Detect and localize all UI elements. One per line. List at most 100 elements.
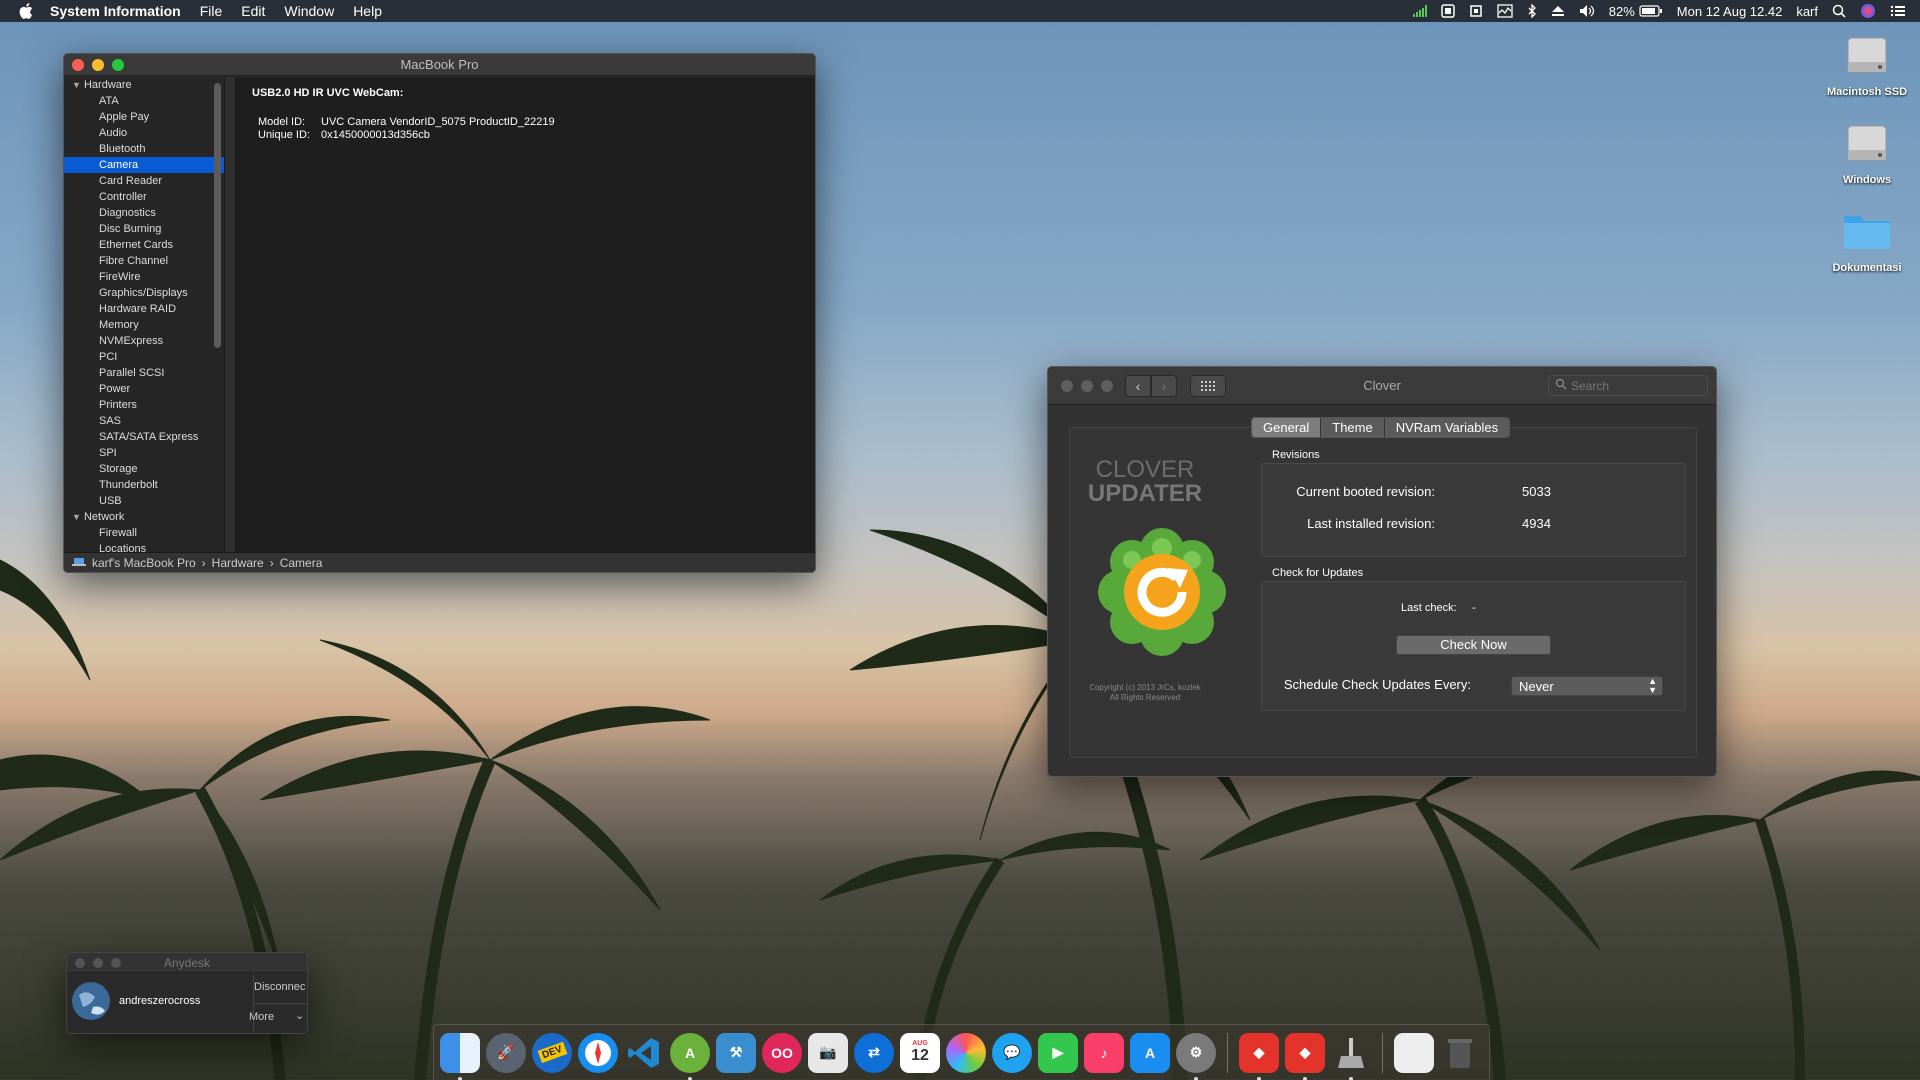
zoom-button[interactable]	[112, 58, 124, 71]
show-all-grid-icon[interactable]	[1190, 374, 1226, 397]
search-field[interactable]: Search	[1548, 375, 1708, 396]
launchpad-icon[interactable]: 🚀	[486, 1032, 526, 1073]
sidebar-item-spi[interactable]: SPI	[64, 445, 224, 461]
disclosure-triangle-icon[interactable]: ▼	[72, 512, 81, 522]
desktop-icon-macintosh-ssd[interactable]: Macintosh SSD	[1812, 28, 1920, 98]
trash-icon[interactable]	[1440, 1033, 1480, 1073]
siri-icon[interactable]	[1860, 3, 1876, 19]
sidebar-item-thunderbolt[interactable]: Thunderbolt	[64, 477, 224, 493]
sidebar-item-parallel-scsi[interactable]: Parallel SCSI	[64, 365, 224, 381]
menu-app-name[interactable]: System Information	[50, 3, 181, 19]
android-studio-icon[interactable]: A	[670, 1032, 710, 1080]
sidebar-category-network[interactable]: ▼ Network	[64, 509, 224, 525]
flickr-icon[interactable]: OO	[762, 1032, 802, 1073]
check-now-button[interactable]: Check Now	[1396, 635, 1551, 655]
battery-percent[interactable]: 82%	[1609, 4, 1635, 19]
sidebar-item-firewire[interactable]: FireWire	[64, 269, 224, 285]
sidebar-item-camera[interactable]: Camera	[64, 157, 224, 173]
messages-icon[interactable]: 💬	[992, 1032, 1032, 1073]
sidebar-item-controller[interactable]: Controller	[64, 189, 224, 205]
spotlight-icon[interactable]	[1832, 4, 1846, 18]
music-icon[interactable]: ♪	[1084, 1032, 1124, 1073]
facetime-icon[interactable]: ▶	[1038, 1032, 1078, 1073]
anydesk-session-icon[interactable]: ◆	[1285, 1032, 1325, 1080]
sidebar-item-diagnostics[interactable]: Diagnostics	[64, 205, 224, 221]
app-store-icon[interactable]: A	[1130, 1032, 1170, 1073]
system-preferences-icon[interactable]: ⚙	[1176, 1032, 1216, 1080]
screenshot-icon[interactable]: 📷	[808, 1032, 848, 1073]
sidebar-item-printers[interactable]: Printers	[64, 397, 224, 413]
sidebar-item-sas[interactable]: SAS	[64, 413, 224, 429]
vscode-icon[interactable]	[624, 1033, 664, 1073]
notification-center-icon[interactable]	[1890, 5, 1906, 17]
path-segment[interactable]: Camera	[280, 556, 323, 570]
safari-icon[interactable]	[578, 1032, 618, 1073]
zoom-button[interactable]	[111, 957, 121, 968]
tab-theme[interactable]: Theme	[1321, 418, 1385, 437]
photos-icon[interactable]	[946, 1032, 986, 1073]
disconnect-button[interactable]: Disconnec	[254, 981, 307, 993]
apple-menu-icon[interactable]	[16, 0, 36, 22]
window-titlebar[interactable]: MacBook Pro	[64, 54, 815, 76]
menu-window[interactable]: Window	[284, 3, 334, 19]
sidebar-item-usb[interactable]: USB	[64, 493, 224, 509]
minimize-button[interactable]	[1081, 379, 1093, 392]
forward-button[interactable]: ›	[1151, 374, 1177, 397]
desktop-icon-windows[interactable]: Windows	[1812, 116, 1920, 186]
window-titlebar[interactable]: ‹ › Clover Search	[1048, 367, 1716, 405]
disclosure-triangle-icon[interactable]: ▼	[72, 80, 81, 90]
sidebar-item-fibre-channel[interactable]: Fibre Channel	[64, 253, 224, 269]
anydesk-menu-icon[interactable]	[1441, 4, 1455, 18]
volume-icon[interactable]	[1579, 4, 1595, 18]
sidebar-item-apple-pay[interactable]: Apple Pay	[64, 109, 224, 125]
close-button[interactable]	[1061, 379, 1073, 392]
tab-nvram-variables[interactable]: NVRam Variables	[1384, 418, 1510, 437]
calendar-icon[interactable]: AUG 12	[900, 1032, 940, 1073]
sidebar-item-storage[interactable]: Storage	[64, 461, 224, 477]
window-titlebar[interactable]: Anydesk	[67, 953, 307, 973]
sidebar-scrollbar[interactable]	[214, 83, 221, 348]
menu-user[interactable]: karf	[1796, 4, 1818, 19]
sidebar-item-bluetooth[interactable]: Bluetooth	[64, 141, 224, 157]
sidebar-item-ata[interactable]: ATA	[64, 93, 224, 109]
menu-clock[interactable]: Mon 12 Aug 12.42	[1677, 4, 1783, 19]
path-segment[interactable]: Hardware	[212, 556, 264, 570]
finder-icon[interactable]	[440, 1032, 480, 1080]
tab-general[interactable]: General	[1252, 418, 1322, 437]
sidebar-item-hardware-raid[interactable]: Hardware RAID	[64, 301, 224, 317]
more-button[interactable]: More	[249, 1011, 274, 1023]
menu-help[interactable]: Help	[353, 3, 382, 19]
sidebar-item-ethernet-cards[interactable]: Ethernet Cards	[64, 237, 224, 253]
path-segment[interactable]: karf's MacBook Pro	[92, 556, 196, 570]
xcode-dev-icon[interactable]: DEV	[532, 1032, 572, 1073]
zoom-button[interactable]	[1101, 379, 1113, 392]
chevron-down-icon[interactable]: ⌄	[295, 1009, 304, 1022]
sidebar-category-hardware[interactable]: ▼ Hardware	[64, 77, 224, 93]
sidebar-item-locations[interactable]: Locations	[64, 541, 224, 552]
menu-edit[interactable]: Edit	[241, 3, 265, 19]
signal-icon[interactable]	[1412, 5, 1427, 17]
sidebar-item-graphics-displays[interactable]: Graphics/Displays	[64, 285, 224, 301]
sidebar-item-audio[interactable]: Audio	[64, 125, 224, 141]
cpu-icon[interactable]	[1469, 4, 1483, 18]
sidebar-item-card-reader[interactable]: Card Reader	[64, 173, 224, 189]
sidebar-item-sata[interactable]: SATA/SATA Express	[64, 429, 224, 445]
close-button[interactable]	[75, 957, 85, 968]
sidebar-item-nvmexpress[interactable]: NVMExpress	[64, 333, 224, 349]
anydesk-icon[interactable]: ◆	[1239, 1032, 1279, 1080]
xcode-icon[interactable]: ⚒	[716, 1032, 756, 1073]
sidebar-item-memory[interactable]: Memory	[64, 317, 224, 333]
minimize-button[interactable]	[93, 957, 103, 968]
battery-icon[interactable]	[1639, 5, 1663, 17]
back-button[interactable]: ‹	[1125, 374, 1151, 397]
sidebar-item-firewall[interactable]: Firewall	[64, 525, 224, 541]
activity-icon[interactable]	[1497, 4, 1513, 18]
sidebar-item-pci[interactable]: PCI	[64, 349, 224, 365]
bluetooth-icon[interactable]	[1527, 4, 1537, 18]
sidebar-item-disc-burning[interactable]: Disc Burning	[64, 221, 224, 237]
teamviewer-icon[interactable]: ⇄	[854, 1032, 894, 1073]
minimize-button[interactable]	[92, 58, 104, 71]
close-button[interactable]	[72, 58, 84, 71]
menu-file[interactable]: File	[200, 3, 223, 19]
clover-configurator-icon[interactable]	[1394, 1032, 1434, 1073]
